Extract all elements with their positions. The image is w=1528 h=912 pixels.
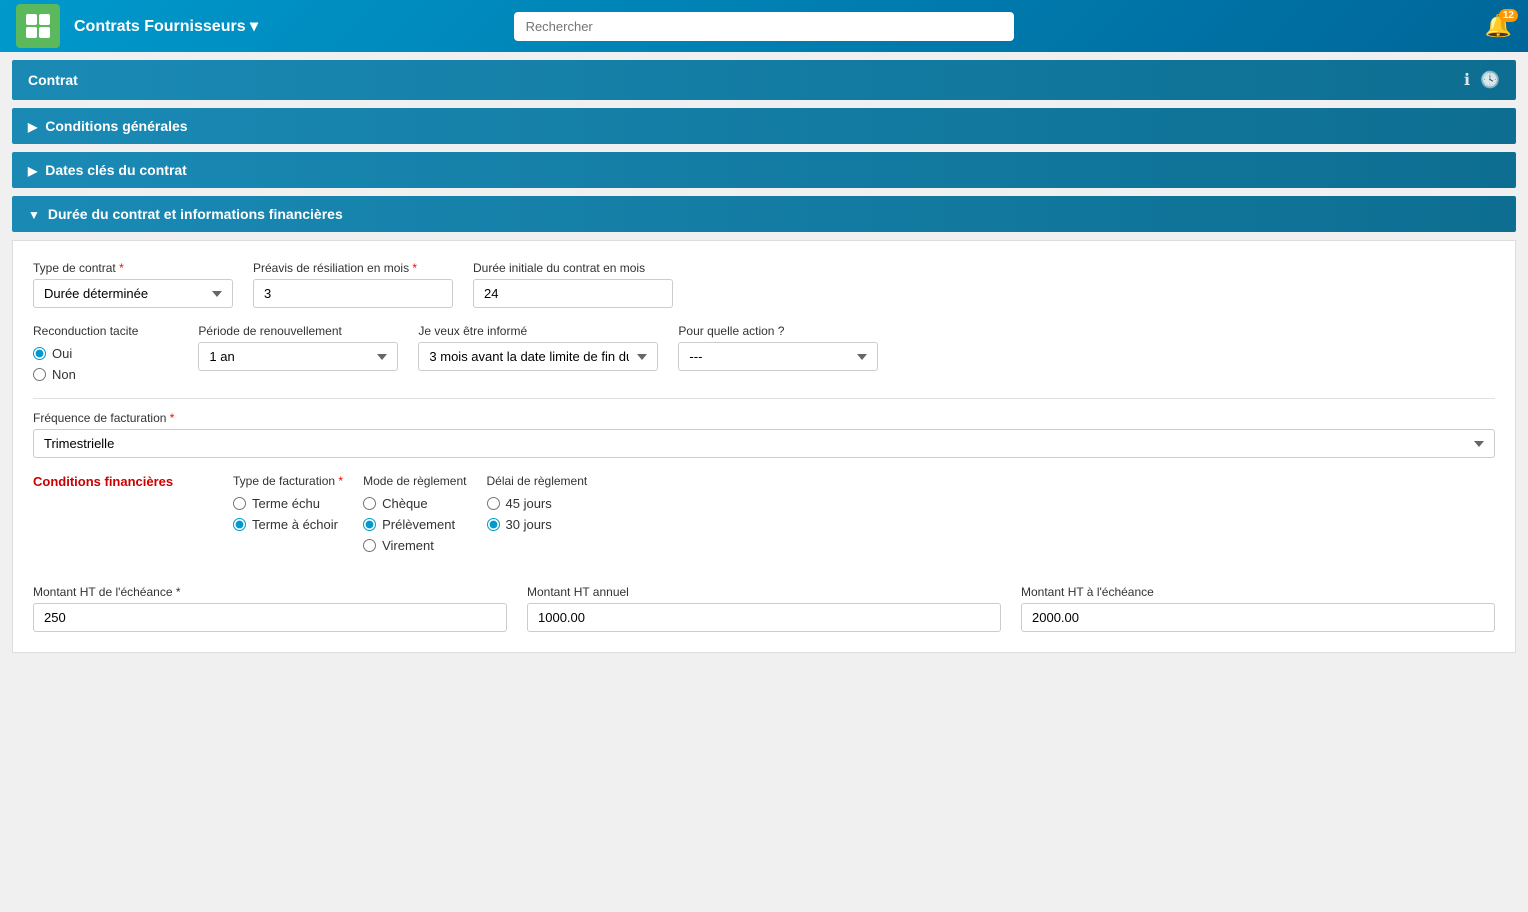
duree-initiale-group: Durée initiale du contrat en mois bbox=[473, 261, 673, 308]
reconduction-non-radio[interactable] bbox=[33, 368, 46, 381]
periode-renouvellement-group: Période de renouvellement 1 an 2 ans 3 a… bbox=[198, 324, 398, 371]
type-contrat-select[interactable]: Durée déterminée Durée indéterminée bbox=[33, 279, 233, 308]
reconduction-non-label[interactable]: Non bbox=[33, 367, 138, 382]
row-conditions-financieres: Conditions financières Type de facturati… bbox=[33, 474, 1495, 553]
pour-quelle-action-select[interactable]: --- bbox=[678, 342, 878, 371]
duree-initiale-input[interactable] bbox=[473, 279, 673, 308]
contrat-title-area: Contrat bbox=[28, 72, 78, 88]
virement-label[interactable]: Virement bbox=[363, 538, 466, 553]
reconduction-radio-group: Oui Non bbox=[33, 346, 138, 382]
pour-quelle-action-group: Pour quelle action ? --- bbox=[678, 324, 878, 371]
main-content: Contrat ℹ 🕓 Conditions générales Dates c… bbox=[0, 60, 1528, 681]
terme-echoir-label[interactable]: Terme à échoir bbox=[233, 517, 343, 532]
type-facturation-label: Type de facturation * bbox=[233, 474, 343, 488]
je-veux-group: Je veux être informé 3 mois avant la dat… bbox=[418, 324, 658, 371]
reconduction-oui-label[interactable]: Oui bbox=[33, 346, 138, 361]
expand-icon bbox=[28, 118, 37, 134]
mode-reglement-label: Mode de règlement bbox=[363, 474, 466, 488]
prelevement-radio[interactable] bbox=[363, 518, 376, 531]
periode-renouvellement-label: Période de renouvellement bbox=[198, 324, 398, 338]
montant-ht-input[interactable] bbox=[33, 603, 507, 632]
collapse-icon bbox=[28, 206, 40, 222]
montant-annuel-label: Montant HT annuel bbox=[527, 585, 1001, 599]
notification-button[interactable]: 🔔 12 bbox=[1485, 13, 1512, 39]
conditions-generales-label: Conditions générales bbox=[45, 118, 187, 134]
dates-cles-bar[interactable]: Dates clés du contrat bbox=[12, 152, 1516, 188]
duree-contrat-bar[interactable]: Durée du contrat et informations financi… bbox=[12, 196, 1516, 232]
preavis-label: Préavis de résiliation en mois * bbox=[253, 261, 453, 275]
virement-radio[interactable] bbox=[363, 539, 376, 552]
info-icon[interactable]: ℹ bbox=[1464, 70, 1470, 90]
j45-label[interactable]: 45 jours bbox=[487, 496, 588, 511]
conditions-generales-bar[interactable]: Conditions générales bbox=[12, 108, 1516, 144]
row-frequence: Fréquence de facturation * Trimestrielle… bbox=[33, 411, 1495, 458]
montant-ht-group: Montant HT de l'échéance * bbox=[33, 585, 507, 632]
contrat-label: Contrat bbox=[28, 72, 78, 88]
delai-reglement-group: Délai de règlement 45 jours 30 jours bbox=[487, 474, 588, 532]
type-facturation-radio-group: Terme échu Terme à échoir bbox=[233, 496, 343, 532]
montant-echeance-label: Montant HT à l'échéance bbox=[1021, 585, 1495, 599]
frequence-label: Fréquence de facturation * bbox=[33, 411, 1495, 425]
montant-annuel-group: Montant HT annuel bbox=[527, 585, 1001, 632]
row-reconduction: Reconduction tacite Oui Non Période de r… bbox=[33, 324, 1495, 382]
app-title[interactable]: Contrats Fournisseurs ▾ bbox=[74, 16, 258, 36]
duree-contrat-title: Durée du contrat et informations financi… bbox=[28, 206, 343, 222]
mode-reglement-radio-group: Chèque Prélèvement Virement bbox=[363, 496, 466, 553]
reconduction-label: Reconduction tacite bbox=[33, 324, 138, 338]
monetary-row: Montant HT de l'échéance * Montant HT an… bbox=[33, 585, 1495, 632]
preavis-group: Préavis de résiliation en mois * bbox=[253, 261, 453, 308]
expand-icon-dates bbox=[28, 162, 37, 178]
reconduction-group: Reconduction tacite Oui Non bbox=[33, 324, 138, 382]
reconduction-oui-radio[interactable] bbox=[33, 347, 46, 360]
j30-label[interactable]: 30 jours bbox=[487, 517, 588, 532]
contrat-section-bar: Contrat ℹ 🕓 bbox=[12, 60, 1516, 100]
j30-radio[interactable] bbox=[487, 518, 500, 531]
montant-annuel-input[interactable] bbox=[527, 603, 1001, 632]
type-contrat-group: Type de contrat * Durée déterminée Durée… bbox=[33, 261, 233, 308]
conditions-financieres-title: Conditions financières bbox=[33, 474, 213, 489]
duree-initiale-label: Durée initiale du contrat en mois bbox=[473, 261, 673, 275]
j45-radio[interactable] bbox=[487, 497, 500, 510]
mode-reglement-group: Mode de règlement Chèque Prélèvement Vir… bbox=[363, 474, 466, 553]
notification-badge: 12 bbox=[1499, 9, 1518, 22]
search-input[interactable] bbox=[514, 12, 1014, 41]
divider-1 bbox=[33, 398, 1495, 399]
topnav: Contrats Fournisseurs ▾ 🔔 12 bbox=[0, 0, 1528, 52]
montant-echeance-input[interactable] bbox=[1021, 603, 1495, 632]
montant-ht-label: Montant HT de l'échéance * bbox=[33, 585, 507, 599]
type-contrat-label: Type de contrat * bbox=[33, 261, 233, 275]
history-icon[interactable]: 🕓 bbox=[1480, 70, 1500, 90]
search-bar bbox=[514, 12, 1014, 41]
dates-cles-label: Dates clés du contrat bbox=[45, 162, 187, 178]
cheque-label[interactable]: Chèque bbox=[363, 496, 466, 511]
frequence-group: Fréquence de facturation * Trimestrielle… bbox=[33, 411, 1495, 458]
conditions-generales-title: Conditions générales bbox=[28, 118, 188, 134]
delai-reglement-label: Délai de règlement bbox=[487, 474, 588, 488]
delai-reglement-radio-group: 45 jours 30 jours bbox=[487, 496, 588, 532]
pour-quelle-action-label: Pour quelle action ? bbox=[678, 324, 878, 338]
dates-cles-title: Dates clés du contrat bbox=[28, 162, 187, 178]
frequence-select[interactable]: Trimestrielle Mensuelle Annuelle bbox=[33, 429, 1495, 458]
preavis-input[interactable] bbox=[253, 279, 453, 308]
terme-echoir-radio[interactable] bbox=[233, 518, 246, 531]
duree-contrat-label: Durée du contrat et informations financi… bbox=[48, 206, 343, 222]
type-facturation-group: Type de facturation * Terme échu Terme à… bbox=[233, 474, 343, 532]
contrat-icons: ℹ 🕓 bbox=[1464, 70, 1500, 90]
cheque-radio[interactable] bbox=[363, 497, 376, 510]
montant-echeance-group: Montant HT à l'échéance bbox=[1021, 585, 1495, 632]
je-veux-label: Je veux être informé bbox=[418, 324, 658, 338]
duree-contrat-form: Type de contrat * Durée déterminée Durée… bbox=[12, 240, 1516, 653]
je-veux-select[interactable]: 3 mois avant la date limite de fin du co… bbox=[418, 342, 658, 371]
periode-renouvellement-select[interactable]: 1 an 2 ans 3 ans bbox=[198, 342, 398, 371]
prelevement-label[interactable]: Prélèvement bbox=[363, 517, 466, 532]
row-type-preavis-duree: Type de contrat * Durée déterminée Durée… bbox=[33, 261, 1495, 308]
terme-echu-radio[interactable] bbox=[233, 497, 246, 510]
terme-echu-label[interactable]: Terme échu bbox=[233, 496, 343, 511]
logo bbox=[16, 4, 60, 48]
